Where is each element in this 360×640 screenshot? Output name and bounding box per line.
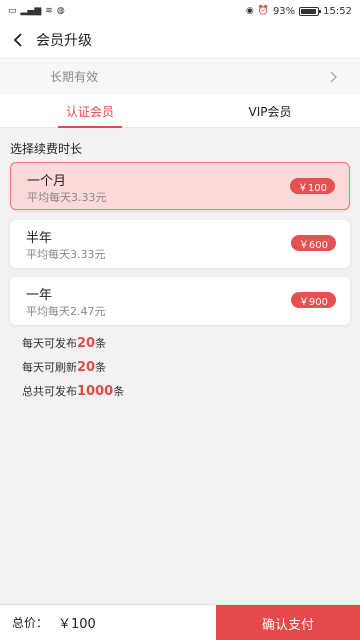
benefit-text: 每天可发布 — [22, 337, 77, 350]
plan-price-badge: ￥600 — [290, 235, 336, 251]
benefit-daily-post: 每天可发布20条 — [22, 335, 106, 351]
plan-daily-price: 平均每天3.33元 — [27, 191, 107, 204]
plan-option-half-year[interactable]: 半年 平均每天3.33元 ￥600 — [10, 220, 350, 268]
signal-icon: ▂▄▆ — [20, 5, 42, 16]
benefit-unit: 条 — [113, 385, 125, 398]
benefit-unit: 条 — [95, 361, 107, 374]
nav-bar: 会员升级 — [0, 22, 360, 58]
tab-certified-member[interactable]: 认证会员 — [0, 94, 180, 128]
benefit-total-post: 总共可发布1000条 — [22, 383, 124, 399]
benefit-text: 总共可发布 — [22, 385, 77, 398]
validity-text: 长期有效 — [50, 70, 99, 84]
benefit-number: 1000 — [77, 384, 114, 399]
clock: 15:52 — [323, 5, 352, 17]
chevron-left-icon — [13, 33, 22, 47]
plan-daily-price: 平均每天3.33元 — [26, 248, 106, 261]
section-title: 选择续费时长 — [10, 142, 83, 156]
battery-icon — [299, 6, 322, 16]
wifi-icon: ≋ — [45, 5, 53, 16]
benefit-daily-refresh: 每天可刷新20条 — [22, 359, 106, 375]
battery-percent: 93% — [272, 5, 296, 17]
eye-icon: ◉ — [245, 5, 254, 16]
plan-name: 一个月 — [27, 174, 67, 189]
plan-name: 半年 — [26, 231, 53, 246]
status-bar: ▭ ▂▄▆ ≋ ◍ ◉ ⏰ 93% 15:52 — [0, 0, 360, 22]
plan-daily-price: 平均每天2.47元 — [26, 305, 106, 318]
page-title: 会员升级 — [36, 33, 92, 49]
benefit-number: 20 — [77, 360, 96, 375]
plan-option-year[interactable]: 一年 平均每天2.47元 ￥900 — [10, 277, 350, 325]
alarm-icon: ⏰ — [257, 5, 269, 16]
status-right: ◉ ⏰ 93% 15:52 — [246, 6, 352, 17]
benefit-number: 20 — [77, 336, 96, 351]
confirm-pay-button[interactable]: 确认支付 — [216, 605, 360, 640]
total-label: 总价： — [12, 616, 49, 630]
validity-row[interactable]: 长期有效 — [0, 58, 360, 94]
plan-name: 一年 — [26, 288, 53, 303]
back-button[interactable] — [0, 22, 36, 58]
plan-price-badge: ￥900 — [290, 292, 336, 308]
member-tabs: 认证会员 VIP会员 — [0, 94, 360, 128]
benefit-text: 每天可刷新 — [22, 361, 77, 374]
data-icon: ◍ — [56, 5, 65, 16]
battery-fill — [301, 8, 317, 14]
hd-icon: ▭ — [8, 5, 17, 16]
total-price: ￥100 — [58, 617, 96, 632]
plan-option-month[interactable]: 一个月 平均每天3.33元 ￥100 — [10, 162, 350, 210]
benefit-unit: 条 — [95, 337, 107, 350]
tab-vip-member[interactable]: VIP会员 — [180, 94, 360, 128]
plan-price-badge: ￥100 — [289, 178, 335, 194]
checkout-bar: 总价： ￥100 确认支付 — [0, 604, 360, 640]
chevron-right-icon — [330, 71, 337, 82]
status-left: ▭ ▂▄▆ ≋ ◍ — [8, 5, 65, 16]
